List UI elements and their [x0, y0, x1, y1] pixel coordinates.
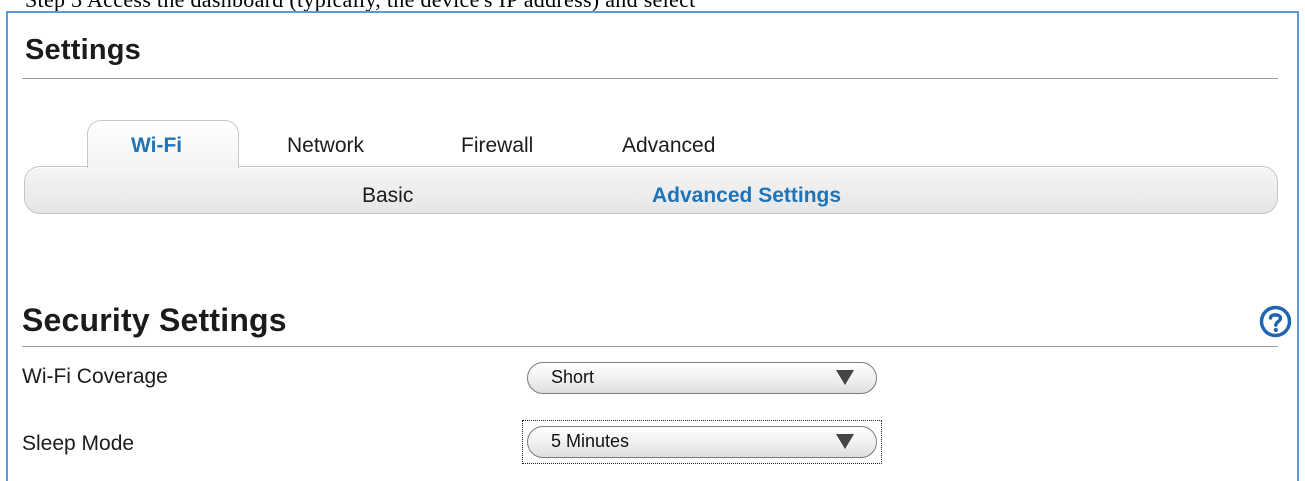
- section-divider: [22, 346, 1278, 347]
- tab-advanced[interactable]: Advanced: [622, 134, 715, 158]
- question-circle-icon[interactable]: [1259, 305, 1292, 338]
- sleep-mode-select[interactable]: 5 Minutes: [527, 426, 877, 458]
- title-divider: [22, 78, 1278, 79]
- chevron-down-icon: [836, 370, 854, 385]
- tab-network[interactable]: Network: [287, 134, 364, 158]
- sleep-mode-value: 5 Minutes: [551, 431, 630, 451]
- wifi-coverage-value: Short: [551, 367, 595, 387]
- chevron-down-icon: [836, 434, 854, 449]
- section-title: Security Settings: [22, 302, 287, 338]
- settings-panel-frame: [6, 11, 1299, 481]
- page-title: Settings: [25, 34, 141, 66]
- tab-wifi[interactable]: Wi-Fi: [131, 134, 182, 158]
- subtab-bar: [24, 166, 1278, 214]
- sleep-mode-label: Sleep Mode: [22, 432, 135, 455]
- tab-connector: [88, 160, 238, 170]
- subtab-basic[interactable]: Basic: [362, 184, 413, 208]
- wifi-coverage-label: Wi-Fi Coverage: [22, 365, 168, 388]
- wifi-coverage-select[interactable]: Short: [527, 362, 877, 394]
- subtab-advanced-settings[interactable]: Advanced Settings: [652, 184, 841, 208]
- tab-firewall[interactable]: Firewall: [461, 134, 533, 158]
